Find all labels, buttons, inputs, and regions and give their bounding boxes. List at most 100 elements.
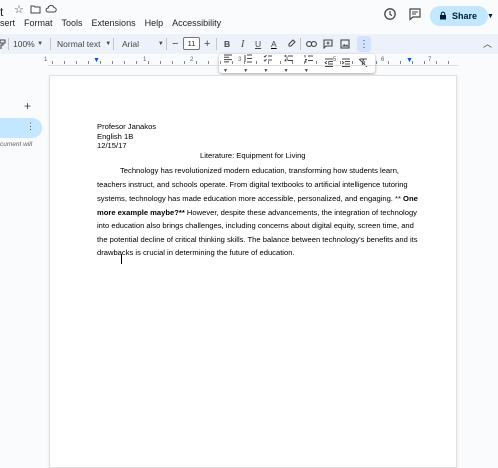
ruler-tick xyxy=(244,61,245,64)
menu-tools[interactable]: Tools xyxy=(62,18,83,28)
menu-help[interactable]: Help xyxy=(145,18,164,28)
bold-text-run: One xyxy=(403,194,418,203)
folder-icon[interactable] xyxy=(30,4,41,17)
right-indent-marker[interactable]: ▼ xyxy=(406,57,413,64)
ruler-tick xyxy=(172,61,173,64)
sidebar-note: cument will xyxy=(0,141,33,148)
document-title: Literature: Equipment for Living xyxy=(200,151,306,160)
text-cursor xyxy=(121,254,122,264)
heading-name: Profesor Janakos xyxy=(97,122,157,131)
ruler-tick xyxy=(112,61,113,64)
menu-insert[interactable]: sert xyxy=(0,18,15,28)
document-title-fragment[interactable]: t xyxy=(0,5,3,19)
more-options-button[interactable]: ⋮ xyxy=(357,36,371,52)
ruler[interactable] xyxy=(48,58,458,66)
underline-button[interactable]: U xyxy=(255,34,261,54)
ruler-tick xyxy=(424,61,425,64)
increase-font-size-button[interactable]: + xyxy=(204,34,210,54)
ruler-tick xyxy=(268,61,269,64)
ruler-number: 3 xyxy=(238,57,242,63)
ruler-tick xyxy=(100,61,101,64)
toolbar-divider xyxy=(8,38,9,50)
ruler-tick xyxy=(160,61,161,64)
ruler-tick xyxy=(352,61,353,64)
link-icon[interactable] xyxy=(306,34,317,54)
text-run: teachers instruct, and schools operate. … xyxy=(97,180,408,189)
left-indent-marker[interactable]: ▼ xyxy=(93,57,100,64)
ruler-tick xyxy=(328,61,329,64)
body-line: the potential decline of critical thinki… xyxy=(97,235,418,244)
zoom-value: 100% xyxy=(13,39,35,49)
chevron-down-icon: ▼ xyxy=(105,41,112,47)
bold-text-run: more example maybe?** xyxy=(97,208,185,217)
menu-format[interactable]: Format xyxy=(24,18,53,28)
document-tab[interactable] xyxy=(0,118,42,138)
cloud-icon[interactable] xyxy=(45,4,57,17)
ruler-tick xyxy=(316,61,317,64)
history-icon[interactable] xyxy=(383,7,397,21)
text-run: into education also brings challenges, i… xyxy=(97,221,414,230)
highlight-icon[interactable] xyxy=(287,34,296,54)
font-select[interactable]: Arial ▼ xyxy=(122,34,164,54)
ruler-tick xyxy=(340,61,341,64)
font-size-input[interactable]: 11 xyxy=(183,37,200,50)
ruler-tick xyxy=(388,61,389,64)
ruler-number: 6 xyxy=(381,57,385,63)
ruler-tick xyxy=(52,61,53,64)
text-run: systems, technology has made education m… xyxy=(97,194,404,203)
ruler-number: 4 xyxy=(285,57,289,63)
body-line: systems, technology has made education m… xyxy=(97,194,418,203)
insert-image-icon[interactable] xyxy=(340,34,350,54)
bold-button[interactable]: B xyxy=(224,34,230,54)
ruler-tick xyxy=(364,61,365,64)
ruler-tick xyxy=(232,61,233,64)
ruler-tick xyxy=(124,61,125,64)
lock-icon xyxy=(439,11,447,22)
ruler-tick xyxy=(292,61,293,64)
ruler-number: 5 xyxy=(333,57,337,63)
chevron-down-icon: ▼ xyxy=(157,41,164,47)
italic-button[interactable]: I xyxy=(241,34,244,54)
paint-format-icon[interactable] xyxy=(0,34,7,54)
more-vertical-icon[interactable]: ⋮ xyxy=(26,121,35,132)
text-run: drawbacks is crucial in determining the … xyxy=(97,248,295,257)
ruler-tick xyxy=(208,61,209,64)
menu-bar: sert Format Tools Extensions Help Access… xyxy=(0,18,230,28)
text-run: the potential decline of critical thinki… xyxy=(97,235,418,244)
share-button[interactable]: Share ▼ xyxy=(430,6,494,26)
ruler-number: 7 xyxy=(428,57,432,63)
text-color-button[interactable]: A xyxy=(271,34,277,54)
star-icon[interactable]: ☆ xyxy=(14,4,24,16)
ruler-tick xyxy=(136,61,137,64)
ruler-tick xyxy=(220,61,221,64)
body-line: teachers instruct, and schools operate. … xyxy=(97,180,408,189)
body-line: drawbacks is crucial in determining the … xyxy=(97,248,295,257)
decrease-font-size-button[interactable]: − xyxy=(172,34,178,54)
comment-icon[interactable] xyxy=(408,7,422,21)
ruler-tick xyxy=(436,61,437,64)
body-line: into education also brings challenges, i… xyxy=(97,221,414,230)
toolbar-divider xyxy=(166,38,167,50)
add-comment-icon[interactable] xyxy=(323,34,333,54)
font-value: Arial xyxy=(122,39,140,49)
heading-course: English 1B xyxy=(97,132,134,141)
chevron-down-icon[interactable]: ▼ xyxy=(487,13,494,20)
ruler-tick xyxy=(376,61,377,64)
ruler-tick xyxy=(184,61,185,64)
ruler-tick xyxy=(400,61,401,64)
style-select[interactable]: Normal text ▼ xyxy=(57,34,111,54)
ruler-tick xyxy=(148,61,149,64)
add-tab-icon[interactable]: + xyxy=(24,99,31,113)
chevron-down-icon: ▼ xyxy=(37,41,44,47)
chevron-up-icon[interactable]: ︿ xyxy=(483,37,492,50)
ruler-number: 2 xyxy=(190,57,194,63)
menu-extensions[interactable]: Extensions xyxy=(92,18,136,28)
ruler-tick xyxy=(256,61,257,64)
body-line: more example maybe?** However, despite t… xyxy=(97,208,417,217)
ruler-tick xyxy=(64,61,65,64)
ruler-tick xyxy=(304,61,305,64)
style-value: Normal text xyxy=(57,39,101,49)
menu-accessibility[interactable]: Accessibility xyxy=(172,18,221,28)
ruler-tick xyxy=(280,61,281,64)
zoom-select[interactable]: 100% ▼ xyxy=(13,34,43,54)
